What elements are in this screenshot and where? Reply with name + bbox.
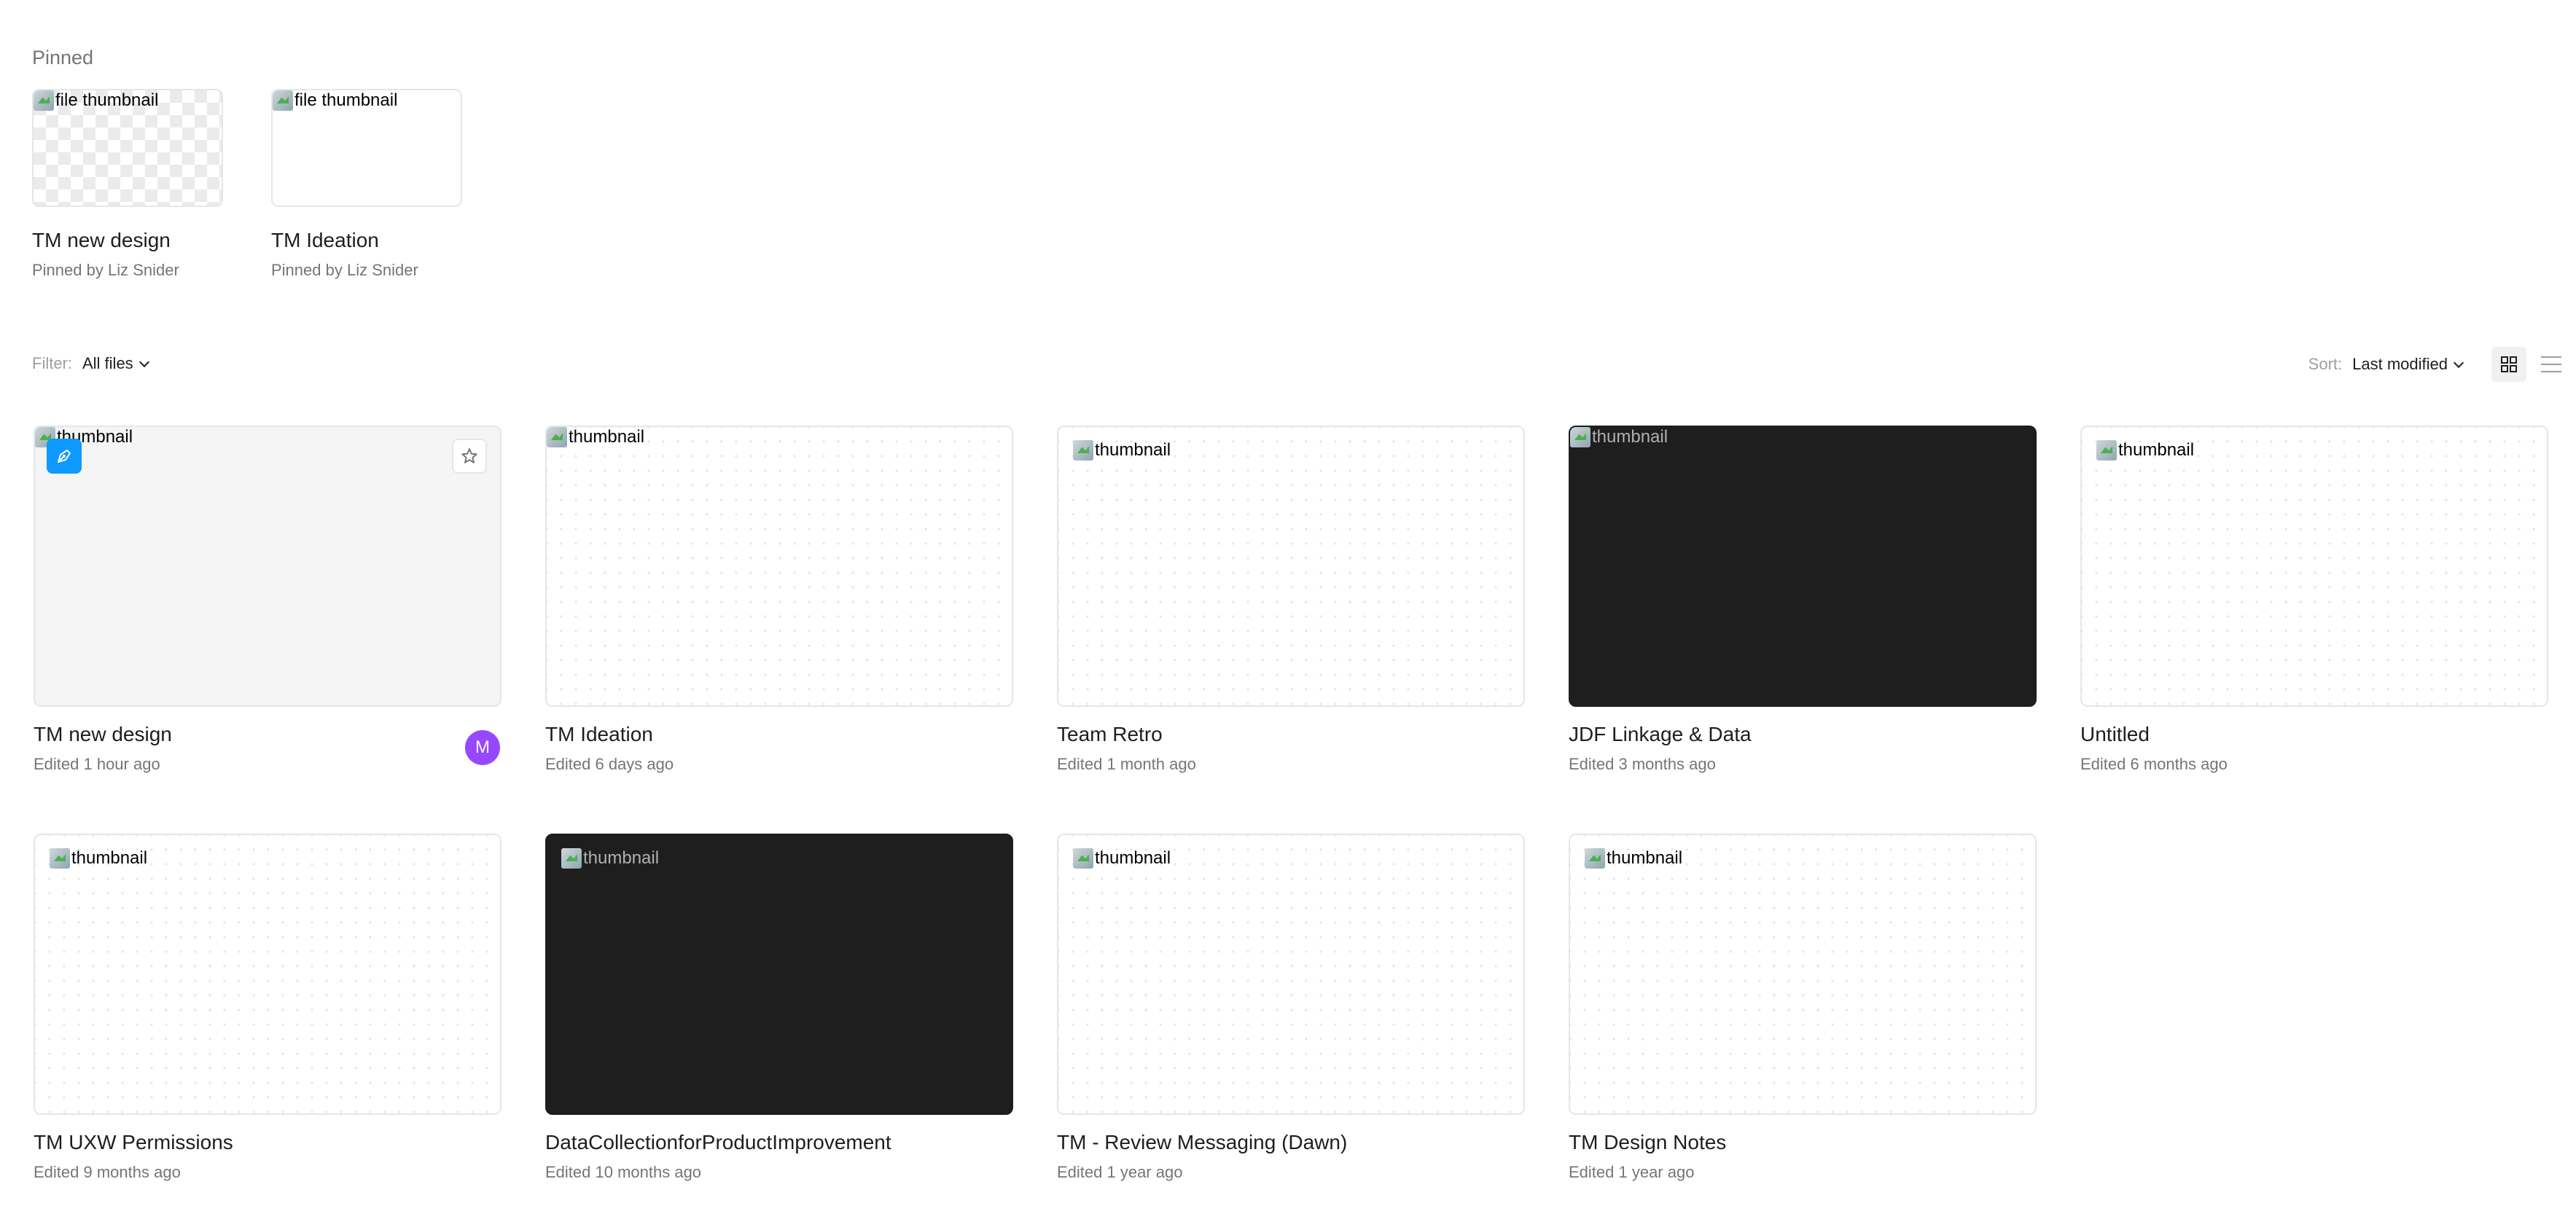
file-card[interactable]: thumbnail TM Design Notes Edited 1 year … [1569, 834, 2037, 1182]
file-name[interactable]: Untitled [2080, 723, 2548, 746]
file-card[interactable]: thumbnail DataCollectionforProductImprov… [545, 834, 1013, 1182]
file-thumbnail[interactable]: thumbnail [1057, 426, 1525, 707]
file-thumbnail[interactable]: thumbnail [545, 426, 1013, 707]
sort-value: Last modified [2352, 355, 2448, 373]
broken-image-icon: thumbnail [50, 848, 147, 869]
edited-label: Edited 9 months ago [34, 1163, 181, 1181]
edited-label: Edited 10 months ago [545, 1163, 702, 1181]
sort-dropdown[interactable]: Last modified [2352, 355, 2464, 374]
file-card[interactable]: thumbnail TM new design Edited 1 hour ag… [34, 426, 501, 774]
filter-label: Filter: [32, 354, 72, 372]
file-card[interactable]: thumbnail TM UXW Permissions Edited 9 mo… [34, 834, 501, 1182]
star-icon [461, 448, 477, 463]
file-thumbnail[interactable]: thumbnail [34, 834, 501, 1115]
pinned-by-label: Pinned by Liz Snider [271, 261, 418, 279]
edited-label: Edited 6 days ago [545, 755, 674, 773]
list-view-button[interactable] [2534, 347, 2569, 382]
file-thumbnail[interactable]: thumbnail [545, 834, 1013, 1115]
pinned-file-name[interactable]: TM Ideation [271, 229, 464, 252]
file-thumbnail[interactable]: thumbnail [34, 426, 501, 707]
filter-value: All files [82, 354, 133, 372]
pinned-card[interactable]: file thumbnail TM new design Pinned by L… [32, 89, 225, 280]
file-thumbnail[interactable]: thumbnail [1569, 834, 2037, 1115]
file-thumbnail[interactable]: thumbnail [1057, 834, 1525, 1115]
edited-label: Edited 1 year ago [1057, 1163, 1183, 1181]
file-card[interactable]: thumbnail JDF Linkage & Data Edited 3 mo… [1569, 426, 2037, 774]
file-card[interactable]: thumbnail TM Ideation Edited 6 days ago [545, 426, 1013, 774]
broken-image-icon: thumbnail [2096, 440, 2194, 461]
file-card[interactable]: thumbnail TM - Review Messaging (Dawn) E… [1057, 834, 1525, 1182]
pinned-file-name[interactable]: TM new design [32, 229, 225, 252]
broken-image-icon: thumbnail [547, 427, 644, 447]
edited-label: Edited 1 year ago [1569, 1163, 1695, 1181]
file-name[interactable]: TM UXW Permissions [34, 1131, 501, 1154]
avatar[interactable]: M [465, 730, 500, 765]
file-name[interactable]: DataCollectionforProductImprovement [545, 1131, 1013, 1154]
edited-label: Edited 1 hour ago [34, 755, 160, 773]
file-thumbnail[interactable]: thumbnail [1569, 426, 2037, 707]
broken-image-icon: file thumbnail [34, 90, 158, 111]
file-browser: Pinned file thumbnail TM new design Pinn… [0, 0, 2576, 1230]
file-name[interactable]: JDF Linkage & Data [1569, 723, 2037, 746]
pinned-thumbnail[interactable]: file thumbnail [271, 89, 462, 207]
grid-view-icon [2501, 356, 2517, 372]
pen-icon [58, 450, 71, 463]
file-name[interactable]: TM Design Notes [1569, 1131, 2037, 1154]
edited-label: Edited 1 month ago [1057, 755, 1196, 773]
broken-image-icon: thumbnail [1073, 440, 1171, 461]
pinned-heading: Pinned [32, 47, 94, 68]
star-button[interactable] [452, 439, 487, 474]
file-card[interactable]: thumbnail Untitled Edited 6 months ago [2080, 426, 2548, 774]
broken-image-icon: thumbnail [1585, 848, 1682, 869]
broken-image-icon: file thumbnail [273, 90, 397, 111]
file-name[interactable]: TM Ideation [545, 723, 1013, 746]
broken-image-icon: thumbnail [1073, 848, 1171, 869]
broken-image-icon: thumbnail [1570, 427, 1668, 447]
sort-label: Sort: [2308, 355, 2343, 373]
pinned-by-label: Pinned by Liz Snider [32, 261, 179, 279]
pinned-thumbnail[interactable]: file thumbnail [32, 89, 223, 207]
filter-dropdown[interactable]: All files [82, 354, 149, 373]
edited-label: Edited 6 months ago [2080, 755, 2228, 773]
file-name[interactable]: TM new design [34, 723, 501, 746]
chevron-down-icon [2453, 357, 2464, 368]
edited-label: Edited 3 months ago [1569, 755, 1716, 773]
design-file-badge [47, 439, 82, 474]
file-name[interactable]: TM - Review Messaging (Dawn) [1057, 1131, 1525, 1154]
file-card[interactable]: thumbnail Team Retro Edited 1 month ago [1057, 426, 1525, 774]
sort-bar: Sort: Last modified [2308, 347, 2576, 382]
list-view-icon [2541, 356, 2561, 372]
broken-image-icon: thumbnail [561, 848, 659, 869]
chevron-down-icon [138, 356, 149, 367]
file-thumbnail[interactable]: thumbnail [2080, 426, 2548, 707]
grid-view-button[interactable] [2491, 347, 2526, 382]
file-name[interactable]: Team Retro [1057, 723, 1525, 746]
filter-bar: Filter: All files [32, 354, 149, 373]
pinned-card[interactable]: file thumbnail TM Ideation Pinned by Liz… [271, 89, 464, 280]
